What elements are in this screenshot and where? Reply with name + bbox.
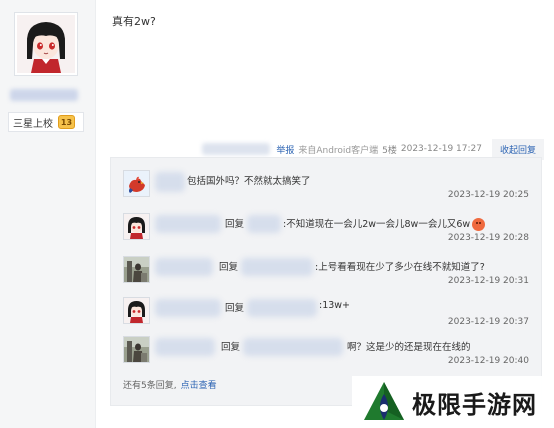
view-more-link[interactable]: 点击查看 bbox=[181, 381, 217, 391]
anime-girl-avatar-icon bbox=[17, 15, 75, 73]
reply-time: 2023-12-19 20:40 bbox=[447, 356, 529, 366]
reply-time: 2023-12-19 20:31 bbox=[447, 276, 529, 286]
author-sidebar: 三星上校 13 bbox=[0, 0, 96, 428]
site-logo-icon bbox=[364, 382, 404, 420]
reply-prefix: 回复 bbox=[219, 262, 239, 273]
reply-text-content: :不知道现在一会儿2w一会儿8w一会儿又6w bbox=[283, 219, 471, 230]
reply-username-redacted bbox=[155, 338, 215, 356]
watermark-text: 极限手游网 bbox=[412, 389, 537, 419]
reply-avatar[interactable] bbox=[123, 297, 150, 324]
reply-avatar[interactable] bbox=[123, 213, 150, 240]
author-avatar[interactable] bbox=[14, 12, 78, 76]
floor-number: 5楼 bbox=[382, 145, 397, 156]
reply-target-redacted bbox=[247, 215, 281, 233]
report-link[interactable]: 举报 bbox=[276, 143, 294, 156]
reply-target-redacted bbox=[241, 258, 313, 276]
reply-avatar[interactable] bbox=[123, 170, 150, 197]
reply-username-redacted bbox=[155, 299, 221, 317]
reply-prefix: 回复 bbox=[221, 342, 241, 353]
post-source: 来自Android客户端 bbox=[298, 145, 379, 156]
photo-avatar-icon bbox=[124, 337, 149, 362]
site-watermark: 极限手游网 bbox=[352, 376, 552, 428]
rooster-avatar-icon bbox=[124, 171, 149, 196]
anime-girl-avatar-icon bbox=[124, 214, 149, 239]
reply-avatar[interactable] bbox=[123, 336, 150, 363]
reply-username-redacted bbox=[155, 258, 213, 276]
username-redacted bbox=[10, 89, 78, 101]
reply-username-redacted bbox=[155, 172, 185, 192]
reply-list: 包括国外吗？不然就太搞笑了 2023-12-19 20:25 回复 :不知道现在… bbox=[110, 157, 542, 406]
rank-label: 三星上校 bbox=[13, 118, 53, 130]
reply-username-redacted bbox=[155, 215, 221, 233]
reply-text: :不知道现在一会儿2w一会儿8w一会儿又6w bbox=[283, 216, 486, 231]
reply-time: 2023-12-19 20:25 bbox=[447, 190, 529, 200]
reply-text: 包括国外吗？不然就太搞笑了 bbox=[187, 176, 311, 187]
reply-prefix: 回复 bbox=[225, 219, 245, 230]
reply-prefix: 回复 bbox=[225, 303, 245, 314]
post-meta-bar: 举报 来自Android客户端 5楼 2023-12-19 17:27 收起回复 bbox=[110, 138, 544, 160]
anime-girl-avatar-icon bbox=[124, 298, 149, 323]
reply-text: :上号看看现在少了多少在线不就知道了? bbox=[315, 262, 485, 273]
user-rank-badge[interactable]: 三星上校 13 bbox=[8, 112, 84, 132]
more-replies: 还有5条回复, 点击查看 bbox=[123, 378, 217, 391]
meta-redacted bbox=[202, 143, 271, 155]
emoji-icon bbox=[472, 218, 486, 231]
reply-text: :13w+ bbox=[319, 300, 351, 311]
reply-time: 2023-12-19 20:28 bbox=[447, 233, 529, 243]
post-content: 真有2w? bbox=[112, 15, 156, 28]
reply-text: 啊？这是少的还是现在在线的 bbox=[347, 342, 471, 353]
post-time: 2023-12-19 17:27 bbox=[400, 144, 482, 154]
more-replies-count: 还有5条回复, bbox=[123, 381, 177, 391]
reply-target-redacted bbox=[247, 299, 317, 317]
reply-avatar[interactable] bbox=[123, 256, 150, 283]
reply-time: 2023-12-19 20:37 bbox=[447, 317, 529, 327]
reply-target-redacted bbox=[243, 338, 343, 356]
photo-avatar-icon bbox=[124, 257, 149, 282]
level-badge-icon: 13 bbox=[58, 115, 75, 129]
